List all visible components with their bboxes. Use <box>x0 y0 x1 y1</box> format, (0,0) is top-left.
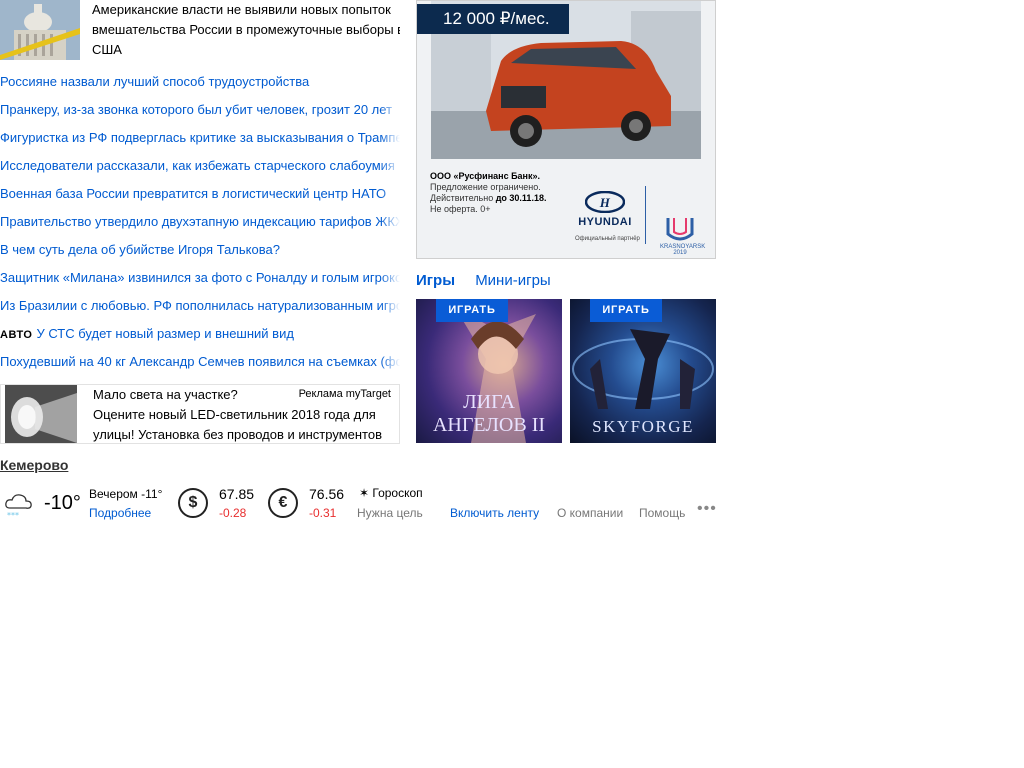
news-item[interactable]: АВТО У СТС будет новый размер и внешний в… <box>0 322 400 350</box>
play-button[interactable]: ИГРАТЬ <box>590 299 662 322</box>
svg-text:H: H <box>599 195 611 210</box>
top-story-image[interactable] <box>0 0 80 60</box>
usd-change: -0.28 <box>219 506 247 520</box>
news-item[interactable]: В чем суть дела об убийстве Игоря Талько… <box>0 238 400 266</box>
weather-more-link[interactable]: Подробнее <box>89 506 151 520</box>
news-list: Россияне назвали лучший способ трудоустр… <box>0 70 400 378</box>
enable-feed-link[interactable]: Включить ленту <box>450 506 539 520</box>
game-card[interactable]: ИГРАТЬ SKYFORGE <box>570 299 716 443</box>
news-item[interactable]: Похудевший на 40 кг Александр Семчев поя… <box>0 350 400 378</box>
dollar-icon[interactable]: $ <box>178 488 208 518</box>
bank-disclaimer: ООО «Русфинанс Банк». Предложение ограни… <box>430 171 547 214</box>
news-item[interactable]: Правительство утвердило двухэтапную инде… <box>0 210 400 238</box>
usd-rate[interactable]: 67.85 <box>219 486 254 502</box>
svg-text:***: *** <box>7 511 19 520</box>
hyundai-banner[interactable]: 12 000 ₽/мес. ООО «Русфинанс Банк». Пред… <box>416 0 716 259</box>
goal-text[interactable]: Нужна цель <box>357 506 423 520</box>
ad-teaser[interactable]: Мало света на участке? Реклама myTarget … <box>0 384 400 444</box>
eur-change: -0.31 <box>309 506 337 520</box>
snow-cloud-icon[interactable]: *** <box>4 490 34 520</box>
ad-teaser-image[interactable] <box>5 385 77 443</box>
news-item[interactable]: Военная база России превратится в логист… <box>0 182 400 210</box>
more-menu-icon[interactable]: ••• <box>697 500 717 518</box>
news-item[interactable]: Защитник «Милана» извинился за фото с Ро… <box>0 266 400 294</box>
game-card[interactable]: ИГРАТЬ ЛИГА АНГЕЛОВ II <box>416 299 562 443</box>
eur-rate[interactable]: 76.56 <box>309 486 344 502</box>
top-story[interactable]: Американские власти не выявили новых поп… <box>0 0 400 62</box>
universiade-logo: KRASNOYARSK 2019 <box>660 216 705 256</box>
news-item[interactable]: Фигуристка из РФ подверглась критике за … <box>0 126 400 154</box>
game-title: SKYFORGE <box>592 417 694 436</box>
play-button[interactable]: ИГРАТЬ <box>436 299 508 322</box>
temperature: -10° <box>44 492 81 514</box>
hyundai-icon: H <box>584 190 626 214</box>
news-item[interactable]: Пранкеру, из-за звонка которого был убит… <box>0 98 400 126</box>
universiade-icon <box>666 218 694 241</box>
top-story-title[interactable]: Американские власти не выявили новых поп… <box>92 0 400 60</box>
news-category-tag: АВТО <box>0 329 33 341</box>
price-badge: 12 000 ₽/мес. <box>417 4 569 34</box>
horoscope-link[interactable]: ✶ Гороскоп <box>359 486 423 500</box>
ad-teaser-title[interactable]: Мало света на участке? <box>93 387 238 402</box>
game-title: ЛИГА АНГЕЛОВ II <box>432 391 546 436</box>
tab-mini-games[interactable]: Мини-игры <box>475 272 551 289</box>
news-item[interactable]: Россияне назвали лучший способ трудоустр… <box>0 70 400 98</box>
news-column: Американские власти не выявили новых поп… <box>0 0 400 460</box>
about-company-link[interactable]: О компании <box>557 506 623 520</box>
euro-icon[interactable]: € <box>268 488 298 518</box>
partner-label: Официальный партнёр <box>575 236 640 242</box>
hyundai-logo: H HYUNDAI <box>575 190 635 228</box>
news-item[interactable]: Из Бразилии с любовью. РФ пополнилась на… <box>0 294 400 322</box>
evening-forecast: Вечером -11° <box>89 487 163 501</box>
games-tabs: Игры Мини-игры <box>416 272 567 289</box>
news-item[interactable]: Исследователи рассказали, как избежать с… <box>0 154 400 182</box>
ad-label: Реклама myTarget <box>298 388 391 400</box>
help-link[interactable]: Помощь <box>639 506 685 520</box>
city-link[interactable]: Кемерово <box>0 457 68 473</box>
tab-games[interactable]: Игры <box>416 272 455 289</box>
ad-teaser-description[interactable]: Оцените новый LED-светильник 2018 года д… <box>93 405 395 445</box>
